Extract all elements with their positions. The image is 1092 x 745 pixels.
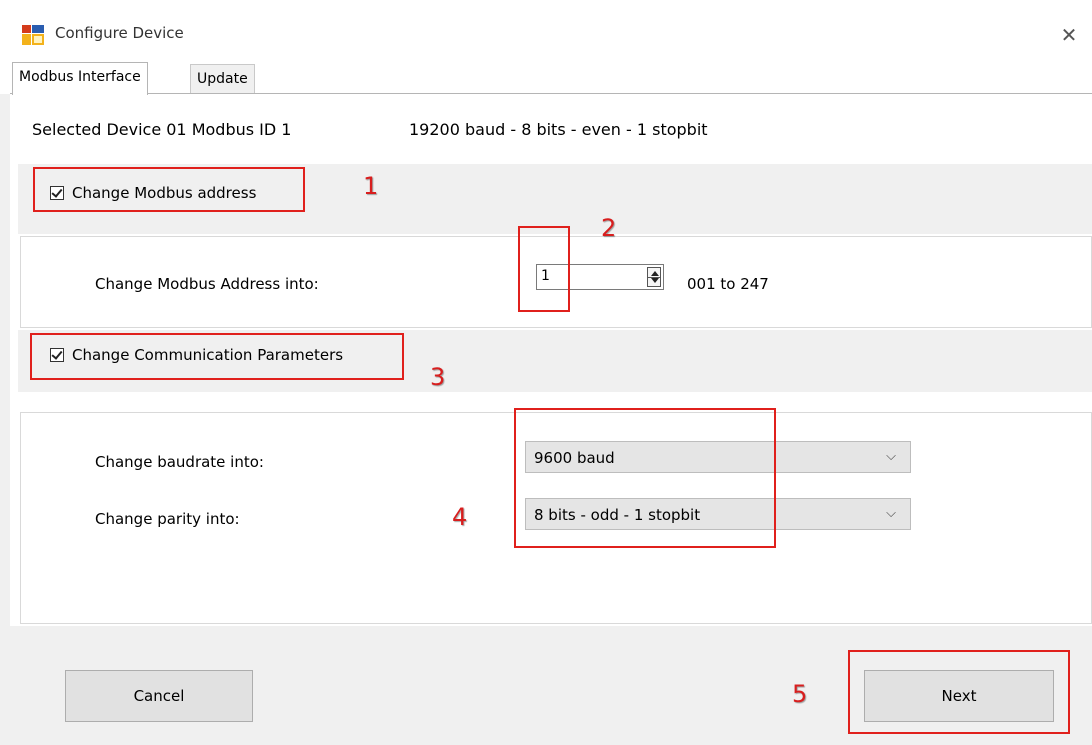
configure-device-window: Configure Device ✕ Modbus Interface Upda… (0, 0, 1092, 745)
spin-updown-icon[interactable] (647, 267, 661, 287)
cancel-button[interactable]: Cancel (65, 670, 253, 722)
annotation-number-1: 1 (363, 172, 379, 200)
annotation-number-5: 5 (792, 680, 808, 708)
current-comm-text: 19200 baud - 8 bits - even - 1 stopbit (409, 120, 708, 139)
selected-device-text: Selected Device 01 Modbus ID 1 (32, 120, 292, 139)
tab-strip: Modbus Interface Update (0, 60, 1092, 95)
address-range-text: 001 to 247 (687, 275, 769, 293)
chevron-down-icon: ⌵ (886, 506, 896, 521)
device-info: Selected Device 01 Modbus ID 1 19200 bau… (32, 120, 708, 139)
annotation-box-5 (848, 650, 1070, 734)
tab-modbus-interface[interactable]: Modbus Interface (12, 62, 148, 95)
title-bar: Configure Device ✕ (0, 0, 1092, 60)
annotation-number-4: 4 (452, 503, 468, 531)
address-field-label: Change Modbus Address into: (95, 275, 319, 293)
annotation-number-2: 2 (601, 214, 617, 242)
parity-label: Change parity into: (95, 510, 240, 528)
chevron-down-icon: ⌵ (886, 449, 896, 464)
annotation-box-2 (518, 226, 570, 312)
close-icon[interactable]: ✕ (1054, 20, 1084, 50)
app-window-icon (22, 25, 44, 45)
tab-update[interactable]: Update (190, 64, 255, 94)
annotation-number-3: 3 (430, 363, 446, 391)
annotation-box-4 (514, 408, 776, 548)
annotation-box-1 (33, 167, 305, 212)
annotation-box-3 (30, 333, 404, 380)
baudrate-label: Change baudrate into: (95, 453, 264, 471)
window-title: Configure Device (55, 24, 184, 42)
